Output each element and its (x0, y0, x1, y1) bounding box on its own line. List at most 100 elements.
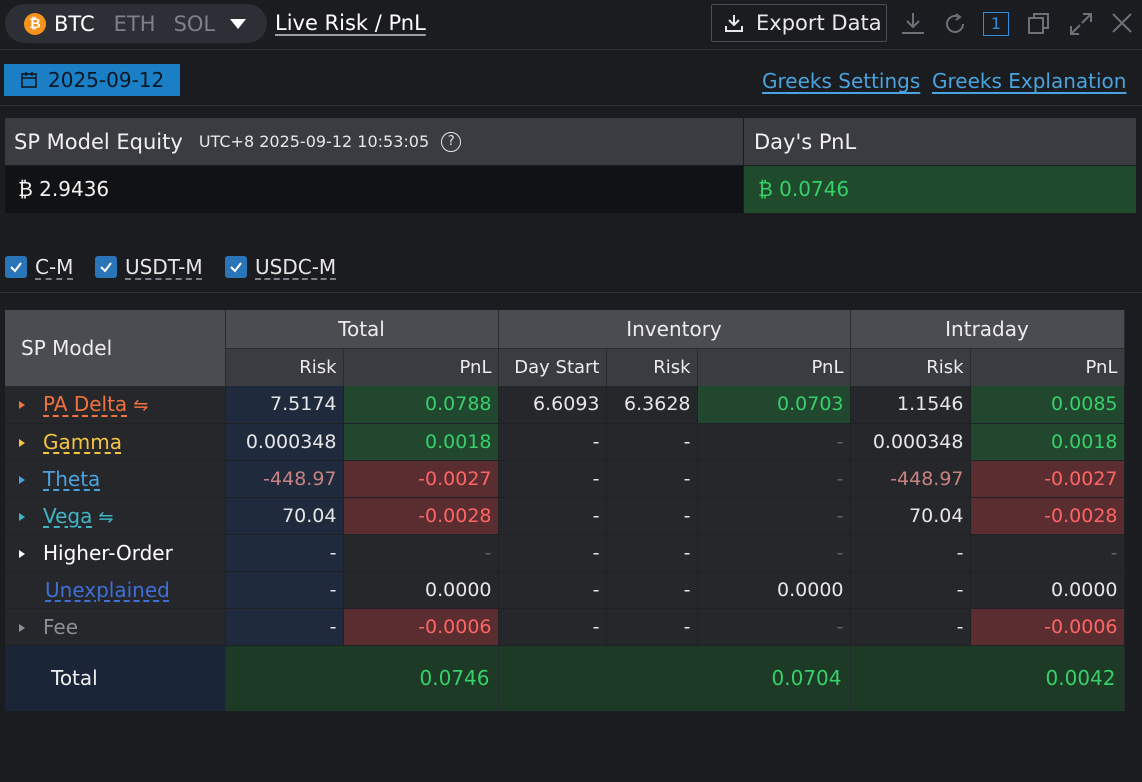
greek-name-cell[interactable]: PA Delta ⇋ (5, 386, 226, 424)
greek-name: Unexplained (45, 577, 170, 602)
days-pnl-value: ₿ 0.0746 (744, 166, 1136, 213)
column-header: Day Start (498, 347, 607, 386)
page-title[interactable]: Live Risk / PnL (275, 11, 426, 35)
asset-selector[interactable]: ₿ BTC ETH SOL (5, 4, 267, 43)
table-cell: - (697, 423, 851, 461)
greek-name: Fee (43, 614, 79, 639)
greek-name-cell[interactable]: Unexplained (5, 571, 226, 609)
greek-name: PA Delta (43, 392, 128, 417)
divider (0, 105, 1142, 106)
expand-arrow-icon[interactable] (19, 438, 25, 447)
table-cell: -0.0028 (970, 497, 1125, 535)
table-row[interactable]: PA Delta ⇋ 7.5174 0.0788 6.6093 6.3628 0.0703 1… (5, 386, 1125, 424)
export-data-label: Export Data (756, 11, 882, 35)
close-icon[interactable] (1110, 11, 1134, 35)
greeks-settings-link[interactable]: Greeks Settings (762, 69, 920, 93)
column-header: PnL (343, 347, 499, 386)
greek-name-cell[interactable]: Theta (5, 460, 226, 498)
table-total-row: Total 0.0746 0.0704 0.0042 (5, 645, 1125, 711)
table-cell: -0.0027 (970, 460, 1125, 498)
expand-icon[interactable] (1068, 11, 1094, 37)
table-row[interactable]: Higher-Order - - - - - - - (5, 534, 1125, 572)
checkbox-checked-icon[interactable] (95, 256, 117, 278)
table-cell: 7.5174 (225, 386, 344, 424)
expand-arrow-icon[interactable] (19, 549, 25, 558)
greek-name-cell[interactable]: Fee (5, 608, 226, 646)
table-cell: 0.0085 (970, 386, 1125, 424)
expand-arrow-icon[interactable] (19, 623, 25, 632)
table-cell: - (697, 460, 851, 498)
table-row[interactable]: Unexplained -0.0000- -0.0000-0.0000 (5, 571, 1125, 609)
swap-icon[interactable]: ⇋ (98, 507, 113, 528)
calendar-icon (21, 72, 37, 88)
greek-name-cell[interactable]: Higher-Order (5, 534, 226, 572)
copy-window-icon[interactable] (1026, 11, 1052, 37)
greek-name: Gamma (43, 429, 122, 454)
table-cell: - (343, 534, 499, 572)
expand-arrow-icon[interactable] (19, 401, 25, 410)
filter-checkbox-usdc-m[interactable]: USDC-M (225, 255, 336, 279)
greek-name: Higher-Order (43, 540, 173, 565)
filter-label: USDT-M (125, 255, 203, 279)
table-cell: - (697, 608, 851, 646)
date-picker-button[interactable]: 2025-09-12 (4, 64, 180, 96)
table-cell: - (498, 497, 607, 535)
equity-header: SP Model Equity UTC+8 2025-09-12 10:53:0… (5, 118, 743, 165)
greek-name-cell[interactable]: Vega ⇋ (5, 497, 226, 535)
greek-name-cell[interactable]: Gamma (5, 423, 226, 461)
table-row[interactable]: Gamma 0.000348 0.0018- - -0.000348 0.0018 (5, 423, 1125, 461)
divider (0, 292, 1142, 293)
days-pnl-header: Day's PnL (744, 118, 1136, 165)
table-cell: 70.04 (225, 497, 344, 535)
asset-tab-sol[interactable]: SOL (174, 12, 216, 36)
equity-label: SP Model Equity (14, 129, 183, 154)
table-cell: 0.0000 (343, 571, 499, 609)
table-cell: - (697, 534, 851, 572)
greeks-explanation-link[interactable]: Greeks Explanation (932, 69, 1126, 93)
group-header-inventory: Inventory (498, 310, 851, 348)
table-cell: -0.0006 (343, 608, 499, 646)
selected-date: 2025-09-12 (48, 68, 165, 92)
table-row[interactable]: Vega ⇋ 70.04 -0.0028- - -70.04 -0.0028 (5, 497, 1125, 535)
expand-arrow-icon[interactable] (19, 475, 25, 484)
table-cell: - (970, 534, 1125, 572)
checkbox-checked-icon[interactable] (225, 256, 247, 278)
column-header: Risk (850, 347, 971, 386)
table-cell: 1.1546 (850, 386, 971, 424)
table-cell: - (850, 534, 971, 572)
table-cell: - (225, 608, 344, 646)
filter-checkbox-cm[interactable]: C-M (5, 255, 73, 279)
table-row[interactable]: Theta -448.97 -0.0027- - - -448.97 -0.0027 (5, 460, 1125, 498)
expand-arrow-icon[interactable] (19, 512, 25, 521)
checkbox-checked-icon[interactable] (5, 256, 27, 278)
risk-pnl-table: SP Model Total Inventory Intraday Risk P… (5, 310, 1125, 711)
table-cell: - (498, 423, 607, 461)
btc-coin-icon: ₿ (24, 12, 46, 35)
help-icon[interactable]: ? (441, 131, 462, 152)
table-cell: - (225, 571, 344, 609)
table-row[interactable]: Fee - -0.0006- - - - -0.0006 (5, 608, 1125, 646)
chevron-down-icon[interactable] (230, 18, 247, 29)
asset-tab-btc[interactable]: BTC (54, 12, 95, 36)
swap-icon[interactable]: ⇋ (133, 395, 148, 416)
table-cell: -0.0006 (970, 608, 1125, 646)
column-header: PnL (970, 347, 1125, 386)
table-cell: 0.0000 (970, 571, 1125, 609)
filter-checkbox-usdt-m[interactable]: USDT-M (95, 255, 203, 279)
table-cell: - (606, 571, 698, 609)
total-pnl-value: 0.0746 (225, 645, 499, 711)
window-number-badge[interactable]: 1 (983, 12, 1009, 36)
table-cell: - (606, 534, 698, 572)
table-cell: - (498, 460, 607, 498)
asset-tab-eth[interactable]: ETH (114, 12, 156, 36)
table-cell: 70.04 (850, 497, 971, 535)
greek-name: Theta (43, 466, 101, 491)
table-cell: - (850, 571, 971, 609)
inventory-pnl-value: 0.0704 (498, 645, 851, 711)
equity-timestamp: UTC+8 2025-09-12 10:53:05 (198, 132, 430, 151)
column-header: PnL (697, 347, 851, 386)
table-cell: - (606, 460, 698, 498)
refresh-icon[interactable] (942, 11, 968, 37)
download-icon[interactable] (900, 11, 926, 37)
export-data-button[interactable]: Export Data (711, 4, 887, 42)
